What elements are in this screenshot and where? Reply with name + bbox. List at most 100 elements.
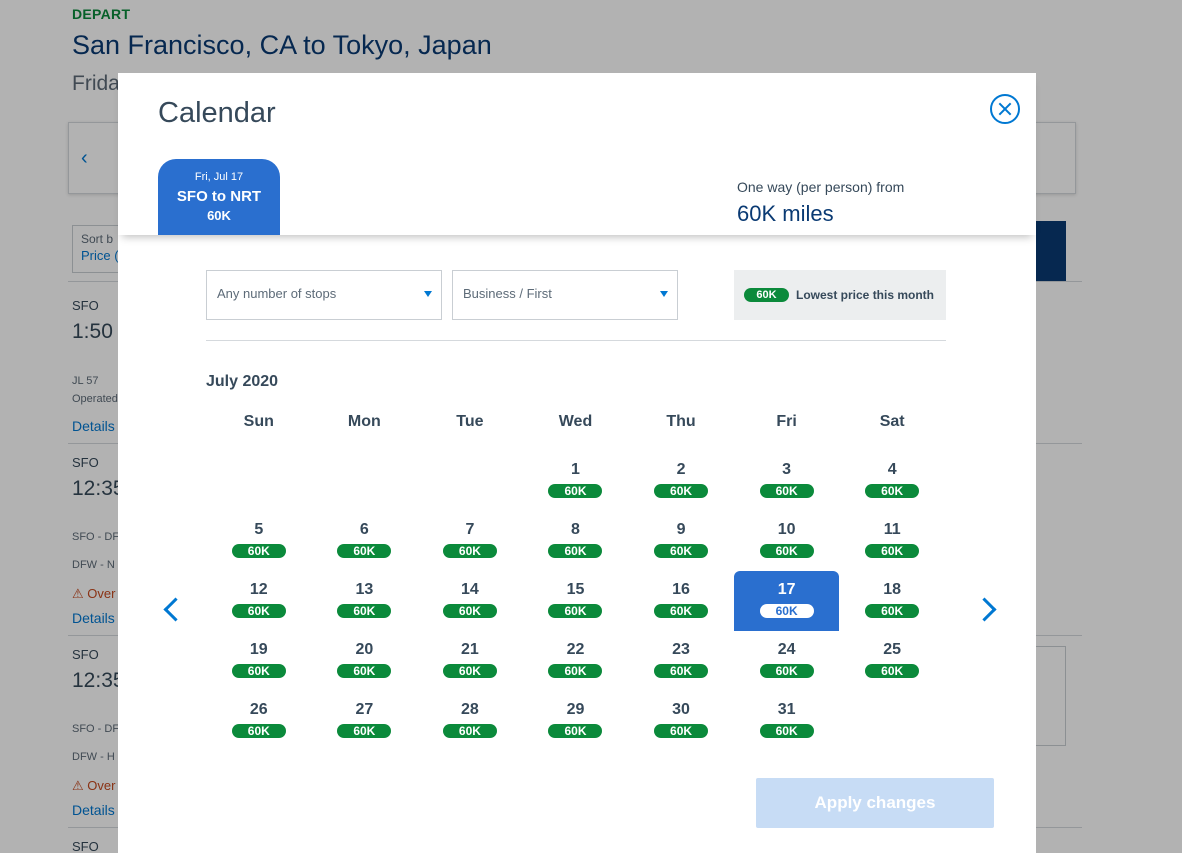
day-number: 5 bbox=[254, 521, 264, 538]
calendar-day[interactable]: 22 60K bbox=[523, 631, 629, 691]
calendar-day[interactable]: 13 60K bbox=[312, 571, 418, 631]
day-number: 28 bbox=[461, 701, 479, 718]
day-number: 8 bbox=[571, 521, 580, 538]
day-number: 31 bbox=[777, 701, 796, 718]
calendar-day[interactable]: 19 60K bbox=[206, 631, 312, 691]
calendar-day[interactable]: 27 60K bbox=[312, 691, 418, 751]
calendar-day[interactable]: 14 60K bbox=[417, 571, 523, 631]
day-price-pill: 60K bbox=[654, 724, 709, 738]
calendar-day[interactable]: 28 60K bbox=[417, 691, 523, 751]
calendar-day[interactable]: 10 60K bbox=[734, 511, 840, 571]
calendar-day[interactable]: 5 60K bbox=[206, 511, 312, 571]
day-price-pill: 60K bbox=[442, 724, 497, 738]
day-price-pill: 60K bbox=[654, 544, 709, 558]
modal-header: Calendar Fri, Jul 17 SFO to NRT 60K One … bbox=[118, 73, 1036, 235]
calendar-day[interactable]: 16 60K bbox=[628, 571, 734, 631]
day-number: 20 bbox=[355, 641, 374, 658]
calendar-day[interactable]: 20 60K bbox=[312, 631, 418, 691]
price-legend: 60K Lowest price this month bbox=[734, 270, 946, 320]
calendar-day[interactable]: 30 60K bbox=[628, 691, 734, 751]
calendar-day[interactable]: 24 60K bbox=[734, 631, 840, 691]
calendar-day[interactable]: 21 60K bbox=[417, 631, 523, 691]
calendar-day[interactable]: 7 60K bbox=[417, 511, 523, 571]
day-price-pill: 60K bbox=[442, 664, 497, 678]
weekday-tue: Tue bbox=[456, 413, 484, 430]
day-number: 9 bbox=[676, 521, 686, 538]
calendar-day[interactable]: 2 60K bbox=[628, 451, 734, 511]
oneway-label: One way (per person) from bbox=[737, 179, 905, 195]
calendar-day[interactable]: 9 60K bbox=[628, 511, 734, 571]
day-price-pill: 60K bbox=[759, 664, 814, 678]
day-number: 27 bbox=[355, 701, 374, 718]
calendar-day[interactable]: 29 60K bbox=[523, 691, 629, 751]
trip-tab-sfo-nrt[interactable]: Fri, Jul 17 SFO to NRT 60K bbox=[158, 159, 280, 235]
day-number: 14 bbox=[461, 581, 479, 598]
calendar-day[interactable]: 15 60K bbox=[523, 571, 629, 631]
day-number: 3 bbox=[782, 461, 792, 478]
weekday-sat: Sat bbox=[879, 413, 905, 430]
weekday-header: Sun Mon Tue Wed Thu Fri Sat bbox=[206, 413, 945, 433]
calendar-day[interactable]: 8 60K bbox=[523, 511, 629, 571]
trip-tab-price: 60K bbox=[207, 208, 231, 223]
calendar-day[interactable]: 6 60K bbox=[312, 511, 418, 571]
day-price-pill: 60K bbox=[337, 544, 392, 558]
day-price-pill: 60K bbox=[654, 484, 709, 498]
day-price-pill: 60K bbox=[231, 604, 286, 618]
day-number: 18 bbox=[883, 581, 902, 598]
calendar-day[interactable]: 31 60K bbox=[734, 691, 840, 751]
calendar-day[interactable]: 1 60K bbox=[523, 451, 629, 511]
calendar-day[interactable]: 18 60K bbox=[839, 571, 945, 631]
calendar-day[interactable]: 3 60K bbox=[734, 451, 840, 511]
day-number: 17 bbox=[777, 581, 796, 598]
cabin-select-value: Business / First bbox=[463, 286, 552, 301]
day-number: 15 bbox=[566, 581, 585, 598]
day-number: 1 bbox=[571, 461, 580, 478]
calendar-day[interactable]: 11 60K bbox=[839, 511, 945, 571]
cabin-select[interactable]: Business / First bbox=[452, 270, 678, 320]
day-number: 4 bbox=[887, 461, 897, 478]
day-price-pill: 60K bbox=[548, 544, 603, 558]
calendar-day[interactable]: 25 60K bbox=[839, 631, 945, 691]
day-number: 16 bbox=[672, 581, 690, 598]
calendar-day[interactable]: 4 60K bbox=[839, 451, 945, 511]
weekday-fri: Fri bbox=[776, 413, 797, 430]
chevron-right-icon[interactable] bbox=[976, 594, 1000, 624]
day-number: 7 bbox=[465, 521, 475, 538]
weekday-thu: Thu bbox=[666, 413, 696, 430]
day-number: 25 bbox=[883, 641, 902, 658]
apply-changes-button[interactable]: Apply changes bbox=[756, 778, 994, 828]
day-price-pill: 60K bbox=[442, 544, 497, 558]
caret-down-icon bbox=[424, 291, 432, 297]
day-number: 19 bbox=[249, 641, 268, 658]
calendar-day[interactable]: 23 60K bbox=[628, 631, 734, 691]
day-price-pill: 60K bbox=[337, 604, 392, 618]
stops-select[interactable]: Any number of stops bbox=[206, 270, 442, 320]
day-price-pill: 60K bbox=[231, 544, 286, 558]
calendar-day-selected[interactable]: 17 60K bbox=[733, 571, 840, 631]
trip-tab-date: Fri, Jul 17 bbox=[194, 171, 244, 183]
day-price-pill: 60K bbox=[654, 664, 709, 678]
day-price-pill: 60K bbox=[865, 484, 920, 498]
day-number: 12 bbox=[249, 581, 268, 598]
day-price-pill: 60K bbox=[548, 484, 603, 498]
day-price-pill: 60K bbox=[865, 544, 920, 558]
day-price-pill: 60K bbox=[548, 724, 603, 738]
day-price-pill: 60K bbox=[231, 724, 286, 738]
day-price-pill: 60K bbox=[759, 544, 814, 558]
calendar-grid: 1 60K 2 60K 3 60K 4 60K 5 60K 6 60K 7 60K 8 60K 9 60K 10 60… bbox=[206, 451, 945, 751]
day-price-pill: 60K bbox=[548, 604, 603, 618]
day-number: 13 bbox=[355, 581, 374, 598]
day-price-pill: 60K bbox=[337, 664, 392, 678]
weekday-mon: Mon bbox=[347, 413, 381, 430]
day-price-pill: 60K bbox=[759, 724, 814, 738]
calendar-day[interactable]: 26 60K bbox=[206, 691, 312, 751]
day-number: 6 bbox=[359, 521, 369, 538]
close-circle-icon[interactable] bbox=[990, 94, 1020, 124]
modal-title: Calendar bbox=[158, 97, 276, 129]
day-price-pill: 60K bbox=[759, 604, 814, 618]
chevron-left-icon[interactable] bbox=[158, 594, 182, 624]
weekday-wed: Wed bbox=[558, 413, 593, 430]
calendar-day[interactable]: 12 60K bbox=[206, 571, 312, 631]
month-label: July 2020 bbox=[206, 373, 279, 390]
legend-text: Lowest price this month bbox=[796, 288, 935, 302]
